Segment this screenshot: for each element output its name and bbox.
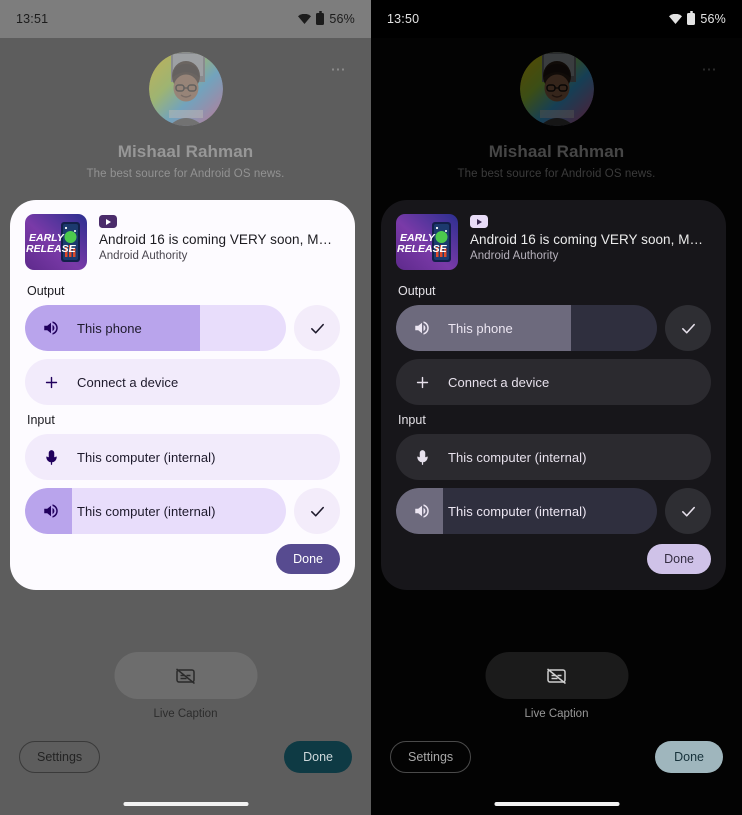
live-caption-off-icon	[547, 667, 566, 684]
svg-text:RELEASE: RELEASE	[397, 243, 448, 255]
wifi-icon	[298, 14, 312, 24]
done-button-card[interactable]: Done	[647, 544, 711, 574]
connect-a-device-row[interactable]: Connect a device	[396, 359, 711, 405]
album-art: EARLY RELEASE	[25, 214, 87, 270]
battery-percent: 56%	[700, 12, 726, 26]
phone-panel-light: Mishaal Rahman The best source for Andro…	[0, 0, 371, 815]
battery-icon	[316, 11, 325, 25]
output-section-label: Output	[398, 284, 436, 298]
screenshot-comparison: Mishaal Rahman The best source for Andro…	[0, 0, 742, 815]
connect-a-device-label: Connect a device	[448, 374, 550, 390]
volume-slider-this-phone[interactable]: This phone	[396, 305, 657, 351]
check-icon	[310, 323, 324, 334]
output-device-row: This phone	[25, 305, 340, 351]
speaker-icon	[396, 502, 448, 520]
input-device-check-button[interactable]	[294, 488, 340, 534]
speaker-icon	[25, 319, 77, 337]
youtube-play-icon	[470, 215, 488, 228]
status-bar-icons: 56%	[298, 11, 355, 26]
done-button-bottom[interactable]: Done	[655, 741, 723, 773]
plus-icon	[396, 374, 448, 391]
output-device-check-button[interactable]	[665, 305, 711, 351]
output-section-label: Output	[27, 284, 65, 298]
output-device-name: This phone	[448, 320, 513, 336]
input-device-name-speaker: This computer (internal)	[448, 503, 587, 519]
done-button-card[interactable]: Done	[276, 544, 340, 574]
live-caption-label: Live Caption	[524, 708, 589, 720]
wifi-icon	[669, 14, 683, 24]
input-section-label: Input	[27, 413, 55, 427]
album-art: EARLY RELEASE	[396, 214, 458, 270]
microphone-icon	[396, 449, 448, 466]
svg-text:RELEASE: RELEASE	[26, 243, 77, 255]
media-title: Android 16 is coming VERY soon, MU…	[470, 232, 711, 247]
live-caption-off-icon	[176, 667, 195, 684]
output-device-row: This phone	[396, 305, 711, 351]
live-caption-label: Live Caption	[153, 708, 218, 720]
input-device-name-microphone: This computer (internal)	[77, 449, 216, 465]
youtube-play-icon	[99, 215, 117, 228]
done-button-bottom[interactable]: Done	[284, 741, 352, 773]
media-title: Android 16 is coming VERY soon, MU…	[99, 232, 340, 247]
output-device-check-button[interactable]	[294, 305, 340, 351]
check-icon	[681, 323, 695, 334]
card-done-row: Done	[25, 544, 340, 574]
phone-panel-dark: Mishaal Rahman The best source for Andro…	[371, 0, 742, 815]
input-device-row-microphone[interactable]: This computer (internal)	[25, 434, 340, 480]
plus-icon	[25, 374, 77, 391]
input-device-name-speaker: This computer (internal)	[77, 503, 216, 519]
check-icon	[310, 506, 324, 517]
status-bar-icons: 56%	[669, 11, 726, 26]
volume-slider-this-phone[interactable]: This phone	[25, 305, 286, 351]
settings-button[interactable]: Settings	[390, 741, 472, 773]
volume-slider-this-computer[interactable]: This computer (internal)	[396, 488, 657, 534]
live-caption-toggle[interactable]	[114, 652, 257, 699]
media-artist: Android Authority	[470, 250, 559, 262]
input-device-row-speaker: This computer (internal)	[396, 488, 711, 534]
status-bar-time: 13:51	[16, 12, 49, 26]
settings-button[interactable]: Settings	[19, 741, 101, 773]
output-switcher-dialog: EARLY RELEASE Android 16 is coming VERY …	[381, 200, 726, 590]
media-artist: Android Authority	[99, 250, 188, 262]
output-device-name: This phone	[77, 320, 142, 336]
status-bar-time: 13:50	[387, 12, 420, 26]
media-text: Android 16 is coming VERY soon, MU… Andr…	[470, 214, 711, 262]
battery-percent: 56%	[329, 12, 355, 26]
gesture-nav-handle[interactable]	[494, 802, 619, 806]
battery-icon	[687, 11, 696, 25]
connect-a-device-row[interactable]: Connect a device	[25, 359, 340, 405]
input-device-row-microphone[interactable]: This computer (internal)	[396, 434, 711, 480]
output-switcher-dialog: EARLY RELEASE Android 16 is coming VERY …	[10, 200, 355, 590]
gesture-nav-handle[interactable]	[123, 802, 248, 806]
input-device-check-button[interactable]	[665, 488, 711, 534]
bottom-controls: Live Caption Settings Done	[0, 630, 371, 815]
live-caption-toggle[interactable]	[485, 652, 628, 699]
bottom-controls: Live Caption Settings Done	[371, 630, 742, 815]
microphone-icon	[25, 449, 77, 466]
status-bar: 13:51 56%	[0, 0, 371, 38]
check-icon	[681, 506, 695, 517]
card-done-row: Done	[396, 544, 711, 574]
media-info-row[interactable]: EARLY RELEASE Android 16 is coming VERY …	[396, 214, 711, 270]
input-section-label: Input	[398, 413, 426, 427]
speaker-icon	[396, 319, 448, 337]
input-device-name-microphone: This computer (internal)	[448, 449, 587, 465]
connect-a-device-label: Connect a device	[77, 374, 179, 390]
speaker-icon	[25, 502, 77, 520]
media-text: Android 16 is coming VERY soon, MU… Andr…	[99, 214, 340, 262]
volume-slider-this-computer[interactable]: This computer (internal)	[25, 488, 286, 534]
status-bar: 13:50 56%	[371, 0, 742, 38]
media-info-row[interactable]: EARLY RELEASE Android 16 is coming VERY …	[25, 214, 340, 270]
input-device-row-speaker: This computer (internal)	[25, 488, 340, 534]
